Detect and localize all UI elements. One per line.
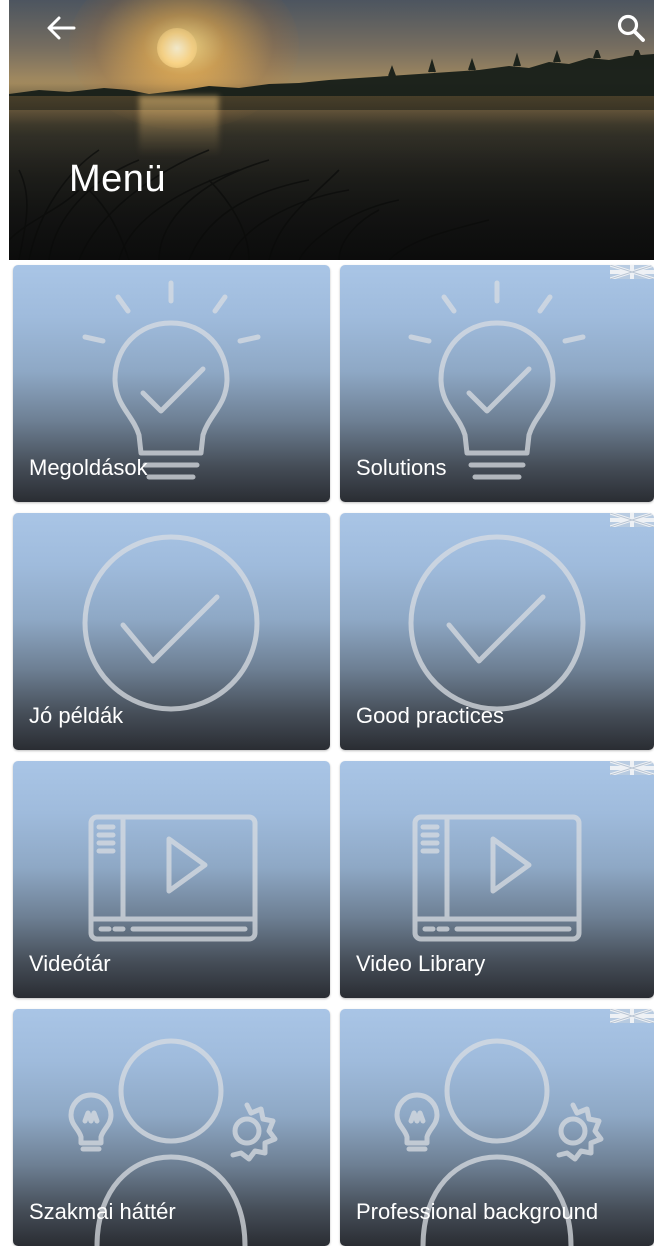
uk-flag-icon: [610, 265, 654, 279]
uk-flag-icon: [610, 761, 654, 775]
tile-label: Video Library: [356, 951, 486, 976]
uk-flag-icon: [610, 1009, 654, 1023]
tile-professional-background[interactable]: Professional background: [340, 1009, 654, 1246]
menu-grid: Megoldások Solutions Jó példák Good prac…: [13, 265, 654, 1246]
tile-label: Jó példák: [29, 703, 124, 728]
uk-flag-icon: [610, 513, 654, 527]
tile-label: Szakmai háttér: [29, 1199, 176, 1224]
tile-label: Professional background: [356, 1199, 599, 1224]
tile-label: Good practices: [356, 703, 504, 728]
header-banner: Menü: [9, 0, 654, 260]
tile-label: Solutions: [356, 455, 447, 480]
tile-label: Megoldások: [29, 455, 148, 480]
arrow-left-icon: [47, 16, 76, 40]
search-icon: [617, 14, 645, 42]
tile-label: Videótár: [29, 951, 111, 976]
tile-videotar[interactable]: Videótár: [13, 761, 330, 998]
tile-jo-peldak[interactable]: Jó példák: [13, 513, 330, 750]
page-title: Menü: [69, 158, 167, 200]
back-button[interactable]: [39, 10, 83, 46]
tile-solutions[interactable]: Solutions: [340, 265, 654, 502]
tile-video-library[interactable]: Video Library: [340, 761, 654, 998]
tile-megoldasok[interactable]: Megoldások: [13, 265, 330, 502]
header-shade: [9, 0, 654, 260]
tile-szakmai-hatter[interactable]: Szakmai háttér: [13, 1009, 330, 1246]
search-button[interactable]: [607, 8, 654, 48]
tile-good-practices[interactable]: Good practices: [340, 513, 654, 750]
